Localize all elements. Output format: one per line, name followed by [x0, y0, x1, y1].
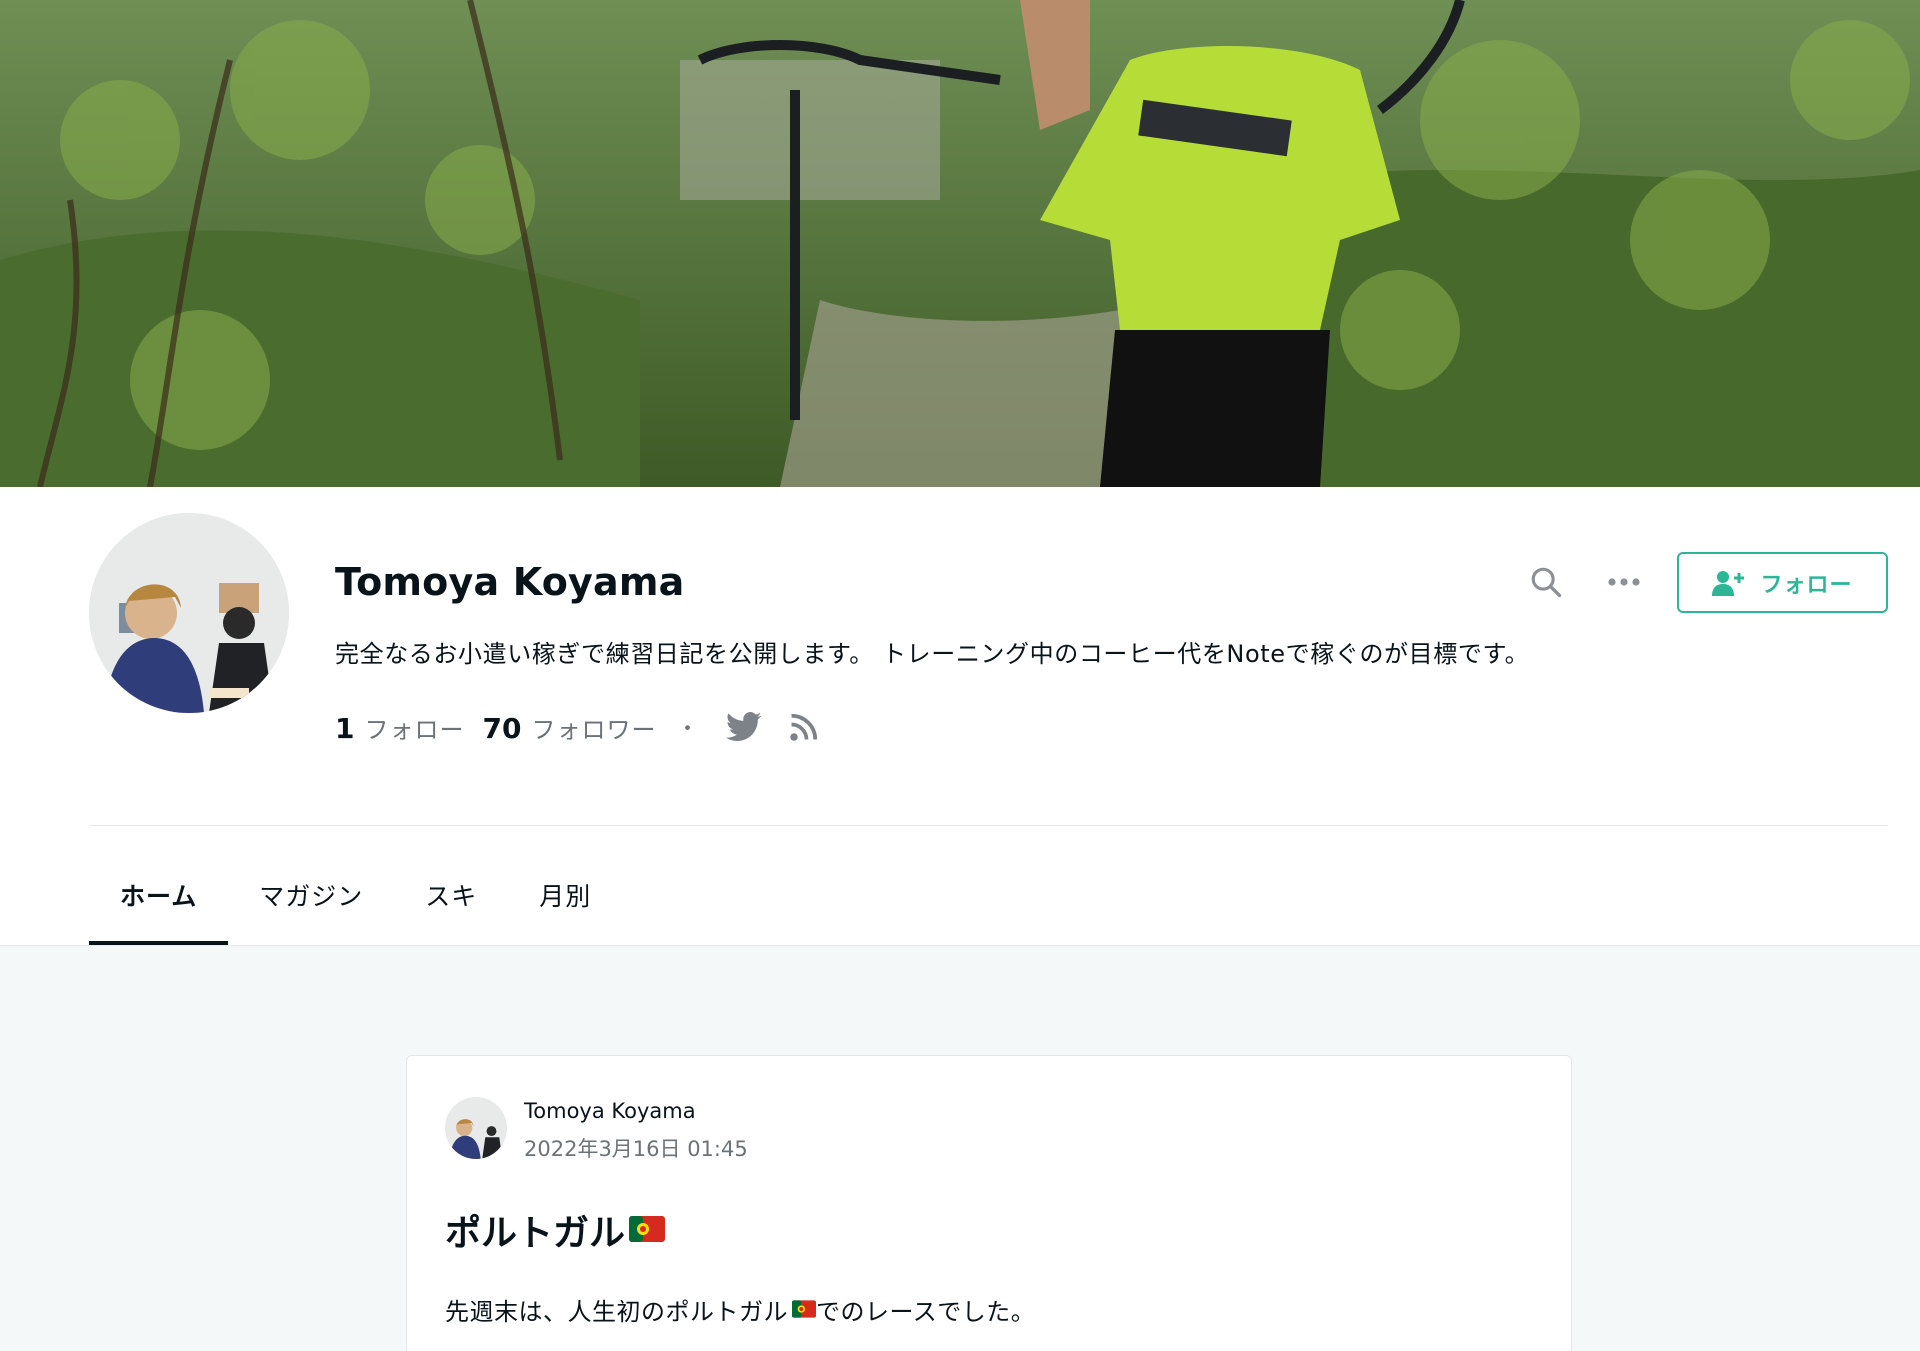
followers-link[interactable]: 70 フォロワー	[482, 710, 656, 745]
portugal-flag-icon	[629, 1210, 666, 1251]
more-icon[interactable]	[1602, 560, 1646, 604]
follow-button-label: フォロー	[1760, 572, 1853, 598]
creator-bio: 完全なるお小遣い稼ぎで練習日記を公開します。 トレーニング中のコーヒー代をNot…	[335, 640, 1530, 668]
following-label: フォロー	[364, 715, 465, 744]
post-title-text: ポルトガル	[445, 1213, 626, 1254]
add-user-icon	[1712, 569, 1748, 597]
rss-icon[interactable]	[784, 707, 824, 747]
follow-button[interactable]: フォロー	[1677, 552, 1888, 613]
search-icon[interactable]	[1524, 560, 1568, 604]
tab-magazines[interactable]: マガジン	[228, 845, 394, 945]
post-date: 2022年3月16日 01:45	[524, 1137, 748, 1161]
followers-count: 70	[482, 711, 522, 745]
post-excerpt-after: でのレースでした。	[816, 1298, 1036, 1326]
post-card[interactable]: Tomoya Koyama 2022年3月16日 01:45 ポルトガル 先週末…	[406, 1055, 1572, 1351]
post-excerpt-before: 先週末は、人生初のポルトガル	[445, 1298, 788, 1326]
post-author-name[interactable]: Tomoya Koyama	[524, 1099, 696, 1123]
cover-image	[0, 0, 1920, 487]
tab-home[interactable]: ホーム	[89, 845, 229, 945]
divider	[89, 825, 1888, 826]
post-author-avatar[interactable]	[445, 1097, 507, 1159]
creator-name: Tomoya Koyama	[335, 560, 685, 604]
twitter-icon[interactable]	[724, 707, 764, 747]
post-excerpt: 先週末は、人生初のポルトガル でのレースでした。	[445, 1292, 1035, 1327]
followers-label: フォロワー	[531, 715, 657, 744]
tab-monthly[interactable]: 月別	[508, 845, 622, 945]
tab-likes[interactable]: スキ	[394, 845, 508, 945]
following-link[interactable]: 1 フォロー	[335, 710, 464, 745]
portugal-flag-icon	[792, 1296, 816, 1324]
profile-tabs: ホーム マガジン スキ 月別	[89, 845, 622, 945]
separator: ・	[676, 717, 699, 742]
profile-avatar[interactable]	[89, 513, 289, 713]
following-count: 1	[335, 711, 355, 745]
post-title[interactable]: ポルトガル	[445, 1204, 666, 1256]
profile-stats: 1 フォロー 70 フォロワー ・	[335, 707, 844, 747]
